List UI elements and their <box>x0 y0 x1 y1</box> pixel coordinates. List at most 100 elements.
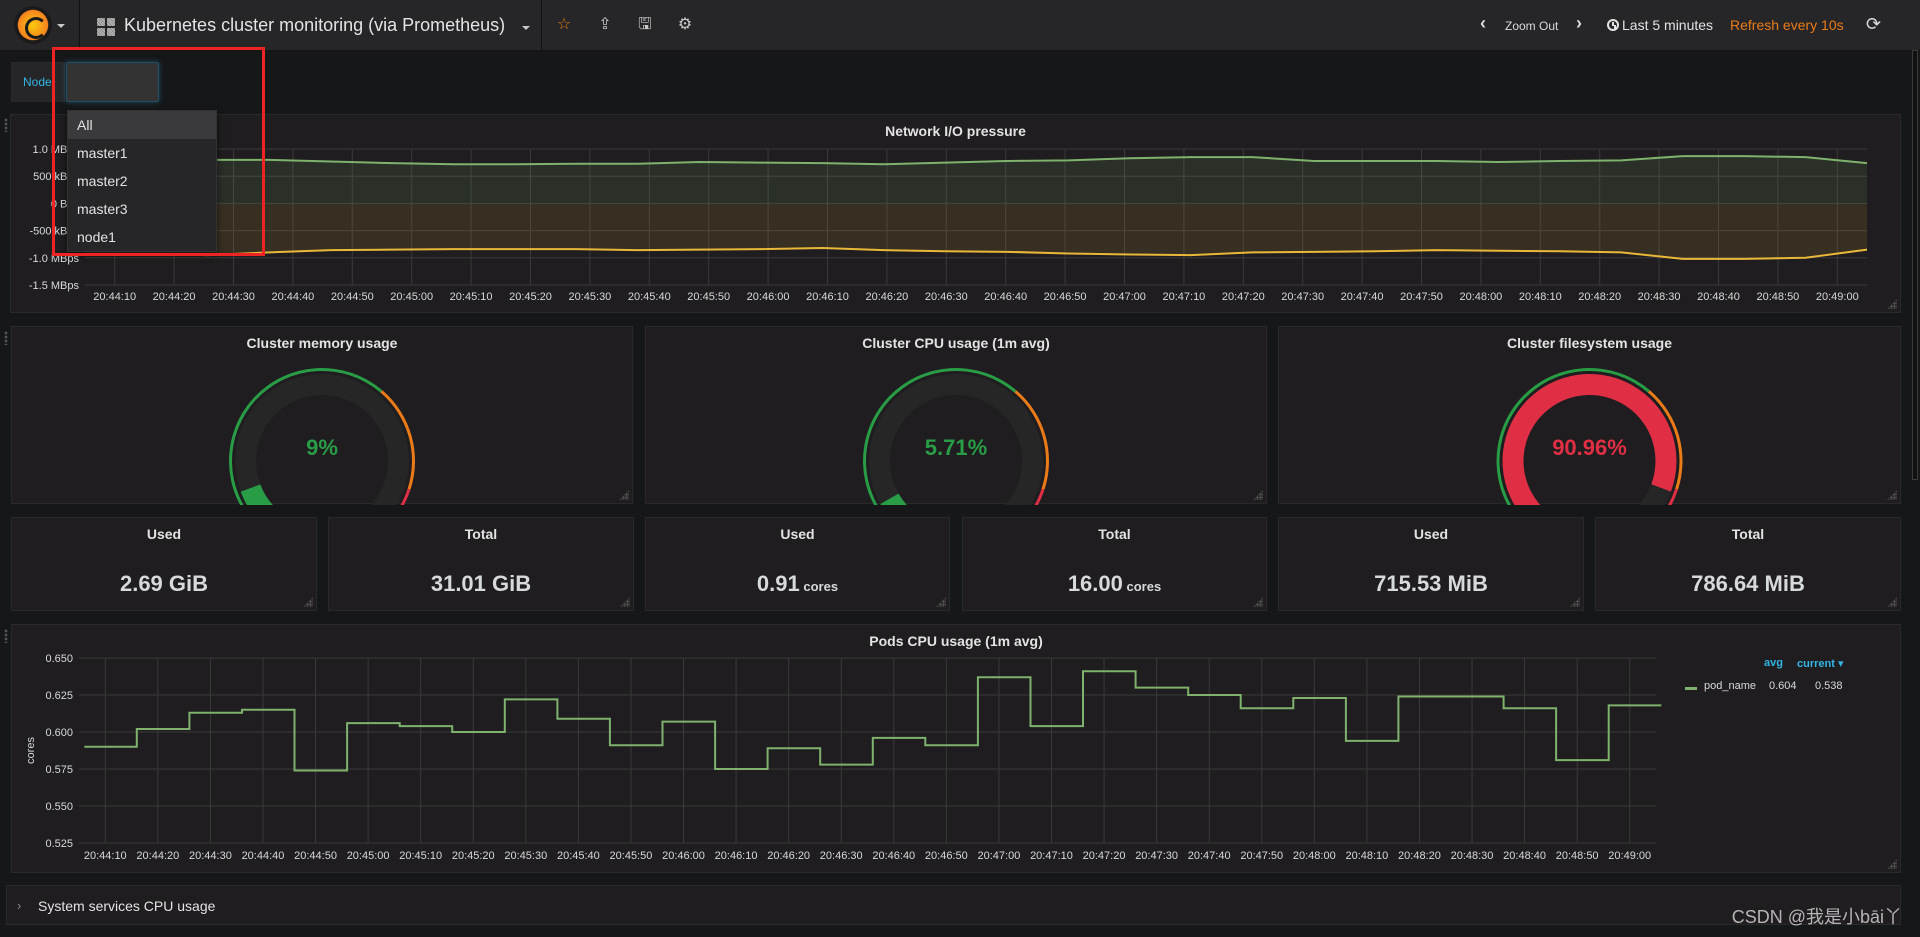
time-range-label: Last 5 minutes <box>1622 17 1714 33</box>
resize-handle-icon[interactable] <box>1253 597 1263 607</box>
pods-cpu-panel: Pods CPU usage (1m avg) 0.650 0.625 0.600 0… <box>11 624 1901 873</box>
x-tick-label: 20:46:30 <box>925 291 968 303</box>
x-tick-label: 20:46:30 <box>820 850 863 862</box>
y-tick-label: 0.600 <box>45 727 73 739</box>
x-tick-label: 20:48:10 <box>1345 850 1388 862</box>
stat-unit: cores <box>799 579 839 594</box>
resize-handle-icon[interactable] <box>1570 597 1580 607</box>
stat-panel-cpu-used: Used 0.91 cores <box>645 517 950 611</box>
x-tick-label: 20:48:50 <box>1756 291 1799 303</box>
gauge-panel-cpu: Cluster CPU usage (1m avg) 5.71% <box>645 326 1267 505</box>
stat-value: 786.64 MiB <box>1596 571 1900 597</box>
star-icon[interactable]: ☆ <box>553 14 575 36</box>
filesystem-gauge: 90.96% <box>1496 368 1683 505</box>
stat-number: 0.91 <box>756 571 800 596</box>
x-tick-label: 20:44:50 <box>294 850 337 862</box>
share-icon[interactable]: ⇪ <box>594 14 616 36</box>
x-tick-label: 20:47:30 <box>1281 291 1324 303</box>
x-tick-label: 20:47:30 <box>1135 850 1178 862</box>
pods-cpu-chart[interactable]: 0.650 0.625 0.600 0.575 0.550 0.525 20:44:10 20… <box>12 625 1902 874</box>
stat-value: 2.69 GiB <box>12 571 316 597</box>
grafana-logo-icon[interactable] <box>14 6 52 44</box>
stat-title: Total <box>1098 526 1131 542</box>
stat-title: Total <box>1731 526 1765 542</box>
x-tick-label: 20:44:40 <box>271 291 314 303</box>
stat-value: 715.53 MiB <box>1279 571 1583 597</box>
time-range-picker[interactable]: Last 5 minutes <box>1607 17 1713 33</box>
dropdown-option[interactable]: master2 <box>68 167 216 195</box>
row-title[interactable]: System services CPU usage <box>38 898 215 914</box>
y-tick-label: -1.5 MBps <box>29 280 80 292</box>
x-tick-label: 20:47:20 <box>1222 291 1265 303</box>
legend-series-name[interactable]: pod_name <box>1704 680 1756 692</box>
y-tick-label: 0.575 <box>45 764 73 776</box>
x-tick-label: 20:46:50 <box>925 850 968 862</box>
x-tick-label: 20:45:40 <box>628 291 671 303</box>
nav-divider <box>79 0 80 50</box>
dropdown-option[interactable]: master1 <box>68 139 216 167</box>
row-drag-handle-icon[interactable] <box>4 629 8 643</box>
row-drag-handle-icon[interactable] <box>4 331 8 345</box>
network-chart[interactable]: 1.0 MBps500 kBps0 Bps-500 kBps-1.0 MBps-… <box>11 115 1902 314</box>
refresh-icon[interactable]: ⟳ <box>1866 14 1881 35</box>
stat-unit: MiB <box>1758 571 1805 596</box>
legend-header-current-label: current <box>1797 658 1835 670</box>
x-tick-label: 20:45:10 <box>399 850 442 862</box>
legend-header-avg[interactable]: avg <box>1764 657 1783 669</box>
sort-desc-icon: ▾ <box>1837 658 1844 670</box>
gear-icon[interactable]: ⚙ <box>674 14 696 36</box>
x-tick-label: 20:45:20 <box>452 850 495 862</box>
stat-title: Total <box>464 526 498 542</box>
x-tick-label: 20:46:10 <box>715 850 758 862</box>
zoom-out-button[interactable]: Zoom Out <box>1505 19 1558 33</box>
dropdown-option[interactable]: master3 <box>68 195 216 223</box>
x-tick-label: 20:47:00 <box>978 850 1021 862</box>
caret-down-icon[interactable] <box>57 24 65 28</box>
x-tick-label: 20:47:20 <box>1083 850 1126 862</box>
x-tick-label: 20:44:40 <box>242 850 285 862</box>
chevron-right-icon[interactable]: › <box>17 898 21 913</box>
stat-number: 2.69 <box>119 571 163 596</box>
x-tick-label: 20:46:20 <box>865 291 908 303</box>
cpu-gauge: 5.71% <box>863 368 1049 505</box>
top-navbar: Kubernetes cluster monitoring (via Prome… <box>0 0 1920 51</box>
row-drag-handle-icon[interactable] <box>4 118 8 132</box>
gauge-value-label: 9% <box>306 435 338 460</box>
page-scrollbar[interactable] <box>1912 50 1918 480</box>
x-tick-label: 20:45:00 <box>390 291 433 303</box>
dashboard-grid-icon <box>97 18 115 36</box>
dropdown-option[interactable]: All <box>68 111 216 139</box>
x-tick-label: 20:47:50 <box>1400 291 1443 303</box>
x-tick-label: 20:45:20 <box>509 291 552 303</box>
collapsed-row-system-services[interactable]: › System services CPU usage <box>6 885 1901 925</box>
x-tick-label: 20:48:00 <box>1293 850 1336 862</box>
dashboard-picker-caret-icon[interactable] <box>522 26 530 30</box>
node-variable-dropdown: All master1 master2 master3 node1 <box>67 110 217 252</box>
x-tick-label: 20:45:00 <box>347 850 390 862</box>
node-variable-select[interactable] <box>66 62 159 102</box>
dashboard-title[interactable]: Kubernetes cluster monitoring (via Prome… <box>124 15 505 36</box>
legend-header-current[interactable]: current ▾ <box>1797 657 1844 670</box>
x-tick-label: 20:44:30 <box>189 850 232 862</box>
x-tick-label: 20:48:40 <box>1697 291 1740 303</box>
resize-handle-icon[interactable] <box>620 597 630 607</box>
resize-handle-icon[interactable] <box>303 597 313 607</box>
x-tick-label: 20:48:00 <box>1459 291 1502 303</box>
stat-title: Used <box>146 526 182 542</box>
refresh-interval[interactable]: Refresh every 10s <box>1730 17 1844 33</box>
stat-unit: GiB <box>485 571 532 596</box>
x-tick-label: 20:44:20 <box>153 291 196 303</box>
legend-series-current: 0.538 <box>1815 680 1843 692</box>
chevron-right-icon[interactable]: › <box>1576 13 1582 34</box>
x-tick-label: 20:46:00 <box>747 291 790 303</box>
stat-number: 16.00 <box>1067 571 1123 596</box>
x-tick-label: 20:48:50 <box>1556 850 1599 862</box>
resize-handle-icon[interactable] <box>1887 597 1897 607</box>
y-axis-label: cores <box>25 737 37 764</box>
stat-number: 715.53 <box>1374 571 1442 596</box>
resize-handle-icon[interactable] <box>936 597 946 607</box>
chevron-left-icon[interactable]: ‹ <box>1480 13 1486 34</box>
dropdown-option[interactable]: node1 <box>68 223 216 251</box>
save-icon[interactable]: 🖫 <box>634 14 656 36</box>
legend-series-swatch <box>1685 687 1697 690</box>
